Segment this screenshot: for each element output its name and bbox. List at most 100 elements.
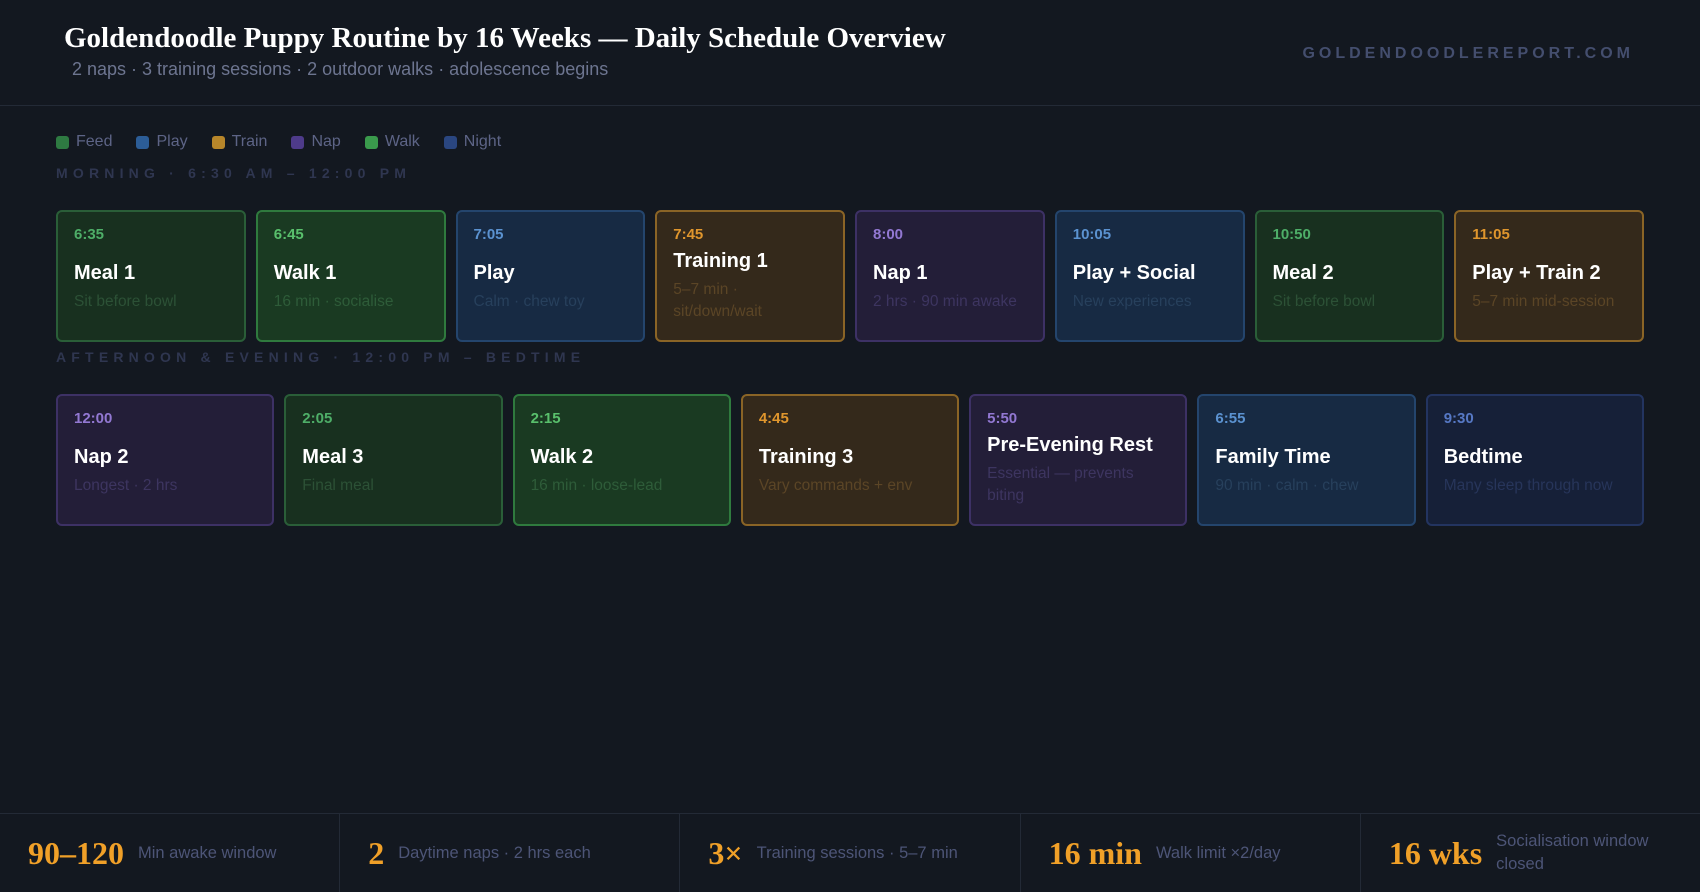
card-title: Nap 1	[873, 261, 928, 284]
card-description: Essential — prevents biting	[987, 465, 1134, 504]
card-time: 7:05	[473, 226, 504, 243]
card-description: Longest · 2 hrs	[74, 476, 178, 494]
legend-item-walk: Walk	[364, 133, 420, 151]
card-description: 16 min · loose-lead	[530, 476, 663, 494]
card-body: Bedtime Many sleep through now	[1444, 430, 1626, 512]
card-time: 9:30	[1443, 410, 1474, 427]
legend-item-nap: Nap	[291, 133, 341, 151]
stat-item: 16 wks Socialisation window closed	[1361, 814, 1700, 892]
card-time: 6:45	[273, 226, 304, 243]
stat-value: 2	[368, 834, 385, 871]
schedule-card-feed: 6:35 Meal 1 Sit before bowl	[56, 210, 246, 342]
legend-item-play: Play	[136, 133, 188, 151]
card-time: 2:15	[530, 410, 561, 427]
legend-label: Night	[463, 133, 502, 150]
schedule-card-play: 10:05 Play + Social New experiences	[1054, 210, 1245, 342]
card-description: 5–7 min · sit/down/wait	[673, 281, 762, 320]
card-body: Play Calm · chew toy	[474, 246, 628, 328]
legend-swatch-train	[211, 135, 225, 149]
stat-item: 3× Training sessions · 5–7 min	[680, 814, 1021, 892]
card-title: Meal 2	[1272, 261, 1334, 284]
card-title: Family Time	[1215, 445, 1331, 468]
schedule-card-nap: 8:00 Nap 1 2 hrs · 90 min awake	[855, 210, 1045, 342]
morning-schedule-row: 6:35 Meal 1 Sit before bowl 6:45 Walk 1 16 mi…	[56, 210, 1644, 342]
card-description: Final meal	[302, 476, 374, 494]
legend-swatch-feed	[56, 135, 69, 149]
stat-item: 16 min Walk limit ×2/day	[1021, 814, 1361, 892]
stat-item: 90–120 Min awake window	[0, 814, 341, 892]
stat-label: Daytime naps · 2 hrs each	[398, 843, 591, 862]
card-time: 7:45	[673, 226, 704, 243]
legend-swatch-night	[443, 135, 457, 149]
card-title: Bedtime	[1443, 445, 1523, 468]
schedule-card-feed: 10:50 Meal 2 Sit before bowl	[1254, 210, 1445, 342]
category-legend: Feed Play Train Nap Walk Night	[56, 133, 501, 151]
card-title: Walk 1	[273, 261, 337, 284]
stat-value: 16 wks	[1388, 834, 1483, 871]
brand-wordmark: GOLDENDOODLEREPORT.COM	[1302, 45, 1634, 62]
card-description: New experiences	[1072, 292, 1192, 310]
schedule-card-train: 7:45 Training 1 5–7 min · sit/down/wait	[655, 210, 845, 342]
card-title: Play + Social	[1072, 261, 1196, 284]
section-label-morning: MORNING · 6:30 AM – 12:00 PM	[56, 165, 412, 181]
card-title: Play	[473, 261, 515, 284]
card-time: 5:50	[987, 410, 1018, 427]
stat-label: Walk limit ×2/day	[1155, 843, 1281, 862]
card-body: Pre-Evening Rest Essential — prevents bit…	[987, 430, 1169, 512]
card-title: Training 1	[673, 250, 768, 272]
legend-item-train: Train	[211, 133, 268, 151]
card-time: 10:50	[1272, 226, 1311, 243]
schedule-card-night: 9:30 Bedtime Many sleep through now	[1425, 394, 1644, 526]
card-title: Pre-Evening Rest	[987, 434, 1153, 456]
card-description: 5–7 min mid-session	[1472, 292, 1615, 310]
card-body: Meal 2 Sit before bowl	[1273, 246, 1427, 328]
schedule-card-nap: 12:00 Nap 2 Longest · 2 hrs	[56, 394, 275, 526]
card-description: 2 hrs · 90 min awake	[873, 292, 1017, 310]
stat-value: 16 min	[1048, 834, 1142, 871]
legend-item-feed: Feed	[56, 133, 112, 151]
card-body: Meal 3 Final meal	[302, 430, 484, 512]
legend-swatch-walk	[364, 135, 378, 149]
schedule-card-walk: 2:15 Walk 2 16 min · loose-lead	[512, 394, 731, 526]
legend-swatch-nap	[291, 135, 305, 149]
card-body: Nap 1 2 hrs · 90 min awake	[873, 246, 1027, 328]
card-body: Play + Social New experiences	[1073, 246, 1227, 328]
page-subtitle: 2 naps · 3 training sessions · 2 outdoor…	[72, 59, 609, 79]
card-title: Walk 2	[530, 445, 594, 468]
card-body: Play + Train 2 5–7 min mid-session	[1472, 246, 1626, 328]
card-time: 12:00	[74, 410, 113, 427]
legend-label: Walk	[384, 133, 420, 150]
stat-item: 2 Daytime naps · 2 hrs each	[340, 814, 681, 892]
evening-schedule-row: 12:00 Nap 2 Longest · 2 hrs 2:05 Meal 3 Final…	[56, 394, 1644, 526]
stat-label: Socialisation window closed	[1496, 832, 1649, 873]
schedule-card-feed: 2:05 Meal 3 Final meal	[284, 394, 503, 526]
schedule-card-walk: 6:45 Walk 1 16 min · socialise	[255, 210, 446, 342]
card-body: Training 3 Vary commands + env	[759, 430, 941, 512]
card-title: Play + Train 2	[1472, 261, 1601, 284]
schedule-card-nap: 5:50 Pre-Evening Rest Essential — prevents…	[969, 394, 1188, 526]
stat-value: 3×	[708, 834, 743, 871]
legend-swatch-play	[136, 135, 150, 149]
card-description: Calm · chew toy	[473, 292, 585, 310]
card-description: Many sleep through now	[1443, 476, 1613, 494]
page-title: Goldendoodle Puppy Routine by 16 Weeks —…	[64, 22, 946, 54]
card-description: Sit before bowl	[74, 292, 177, 310]
legend-label: Nap	[311, 133, 341, 150]
legend-label: Train	[231, 133, 268, 150]
schedule-card-play: 7:05 Play Calm · chew toy	[455, 210, 646, 342]
card-title: Nap 2	[74, 445, 129, 468]
stat-label: Training sessions · 5–7 min	[756, 843, 958, 862]
legend-item-night: Night	[443, 133, 502, 151]
card-description: 16 min · socialise	[273, 292, 394, 310]
card-description: Sit before bowl	[1272, 292, 1376, 310]
card-description: 90 min · calm · chew	[1215, 476, 1359, 494]
card-time: 2:05	[302, 410, 333, 427]
card-title: Meal 1	[74, 261, 136, 284]
card-body: Nap 2 Longest · 2 hrs	[74, 430, 256, 512]
card-body: Walk 1 16 min · socialise	[274, 246, 428, 328]
card-body: Meal 1 Sit before bowl	[74, 246, 228, 328]
legend-label: Feed	[76, 133, 113, 150]
card-time: 4:45	[758, 410, 789, 427]
card-title: Meal 3	[302, 445, 364, 468]
stat-value: 90–120	[28, 834, 124, 871]
